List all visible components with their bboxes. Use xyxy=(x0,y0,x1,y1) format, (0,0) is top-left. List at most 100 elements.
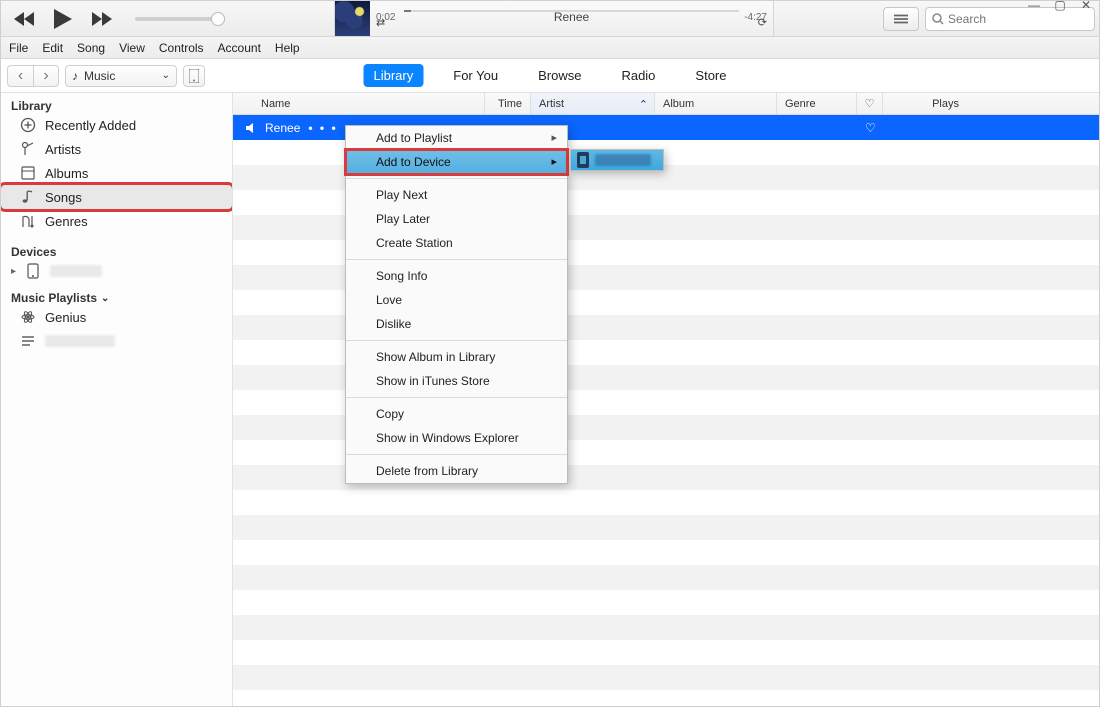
media-kind-label: Music xyxy=(84,69,115,83)
song-name: Renee xyxy=(265,121,300,135)
main-tabs: Library For You Browse Radio Store xyxy=(364,64,737,87)
menu-song[interactable]: Song xyxy=(77,41,105,55)
ctx-play-next[interactable]: Play Next xyxy=(346,183,567,207)
remaining-time: -4:27 xyxy=(744,12,767,23)
sidebar-label: Albums xyxy=(45,166,88,181)
sidebar-item-genres[interactable]: Genres xyxy=(1,209,232,233)
tab-for-you[interactable]: For You xyxy=(443,64,508,87)
sidebar-library-header: Library xyxy=(1,93,232,113)
ctx-show-album[interactable]: Show Album in Library xyxy=(346,345,567,369)
empty-row xyxy=(233,540,1099,565)
chevron-down-icon: ⌄ xyxy=(101,293,109,304)
ctx-play-later[interactable]: Play Later xyxy=(346,207,567,231)
col-time[interactable]: Time xyxy=(485,93,531,114)
ctx-song-info[interactable]: Song Info xyxy=(346,264,567,288)
back-button[interactable]: ‹ xyxy=(7,65,33,87)
sidebar-item-artists[interactable]: Artists xyxy=(1,137,232,161)
ctx-show-store[interactable]: Show in iTunes Store xyxy=(346,369,567,393)
window-minimize[interactable]: — xyxy=(1024,0,1044,12)
sidebar-label: Genres xyxy=(45,214,88,229)
playlist-icon xyxy=(19,332,37,350)
ctx-add-to-playlist[interactable]: Add to Playlist xyxy=(346,126,567,150)
col-plays[interactable]: Plays xyxy=(883,93,1099,114)
sidebar-item-genius[interactable]: Genius xyxy=(1,305,232,329)
ctx-add-to-device[interactable]: Add to Device xyxy=(346,150,567,174)
nav-row: ‹ › ♪ Music ⌄ Library For You Browse Rad… xyxy=(1,59,1099,93)
genres-icon xyxy=(19,212,37,230)
now-playing: ⇄ ⟳ Renee 0:02 -4:27 xyxy=(334,1,774,36)
empty-row xyxy=(233,565,1099,590)
sidebar-label: Recently Added xyxy=(45,118,136,133)
empty-row xyxy=(233,640,1099,665)
empty-row xyxy=(233,515,1099,540)
sidebar: Library Recently Added Artists Albums xyxy=(1,93,233,706)
tab-store[interactable]: Store xyxy=(685,64,736,87)
search-icon xyxy=(932,13,944,25)
volume-slider[interactable] xyxy=(135,17,225,21)
phone-icon xyxy=(24,262,42,280)
menu-edit[interactable]: Edit xyxy=(42,41,63,55)
elapsed-time: 0:02 xyxy=(376,12,395,23)
sidebar-label: Songs xyxy=(45,190,82,205)
window-close[interactable]: ✕ xyxy=(1076,0,1096,12)
ctx-create-station[interactable]: Create Station xyxy=(346,231,567,255)
genius-icon xyxy=(19,308,37,326)
device-name-obscured xyxy=(595,154,651,166)
sidebar-item-songs[interactable]: Songs xyxy=(1,185,232,209)
volume-thumb[interactable] xyxy=(211,12,225,26)
menu-controls[interactable]: Controls xyxy=(159,41,204,55)
tab-radio[interactable]: Radio xyxy=(611,64,665,87)
sidebar-label: Artists xyxy=(45,142,81,157)
empty-row xyxy=(233,665,1099,690)
ctx-love[interactable]: Love xyxy=(346,288,567,312)
sidebar-playlists-header[interactable]: Music Playlists ⌄ xyxy=(1,283,232,305)
playback-controls xyxy=(1,5,245,33)
sidebar-item-playlist[interactable] xyxy=(1,329,232,353)
device-button[interactable] xyxy=(183,65,205,87)
tab-library[interactable]: Library xyxy=(364,64,424,87)
col-love[interactable]: ♡ xyxy=(857,93,883,114)
menu-view[interactable]: View xyxy=(119,41,145,55)
list-view-button[interactable] xyxy=(883,7,919,31)
sidebar-item-recently-added[interactable]: Recently Added xyxy=(1,113,232,137)
device-submenu-item[interactable] xyxy=(570,149,664,171)
column-header: Name Time Artist ⌃ Album Genre ♡ Plays xyxy=(233,93,1099,115)
album-art[interactable] xyxy=(335,1,370,36)
col-genre[interactable]: Genre xyxy=(777,93,857,114)
forward-button[interactable]: › xyxy=(33,65,59,87)
tab-browse[interactable]: Browse xyxy=(528,64,591,87)
menu-help[interactable]: Help xyxy=(275,41,300,55)
menu-file[interactable]: File xyxy=(9,41,28,55)
albums-icon xyxy=(19,164,37,182)
ctx-copy[interactable]: Copy xyxy=(346,402,567,426)
col-artist[interactable]: Artist ⌃ xyxy=(531,93,655,114)
artists-icon xyxy=(19,140,37,158)
context-menu: Add to Playlist Add to Device Play Next … xyxy=(345,125,568,484)
disclosure-triangle-icon[interactable]: ▸ xyxy=(11,266,16,277)
app-window: — ▢ ✕ ⇄ ⟳ Renee xyxy=(0,0,1100,707)
ctx-show-explorer[interactable]: Show in Windows Explorer xyxy=(346,426,567,450)
menubar: File Edit Song View Controls Account Hel… xyxy=(1,37,1099,59)
media-kind-select[interactable]: ♪ Music ⌄ xyxy=(65,65,177,87)
col-album[interactable]: Album xyxy=(655,93,777,114)
recently-added-icon xyxy=(19,116,37,134)
previous-button[interactable] xyxy=(11,5,39,33)
ctx-delete[interactable]: Delete from Library xyxy=(346,459,567,483)
window-buttons: — ▢ ✕ xyxy=(1024,0,1096,12)
empty-row xyxy=(233,615,1099,640)
sidebar-label: Genius xyxy=(45,310,86,325)
window-maximize[interactable]: ▢ xyxy=(1050,0,1070,12)
sidebar-item-albums[interactable]: Albums xyxy=(1,161,232,185)
more-icon[interactable]: • • • xyxy=(308,121,337,135)
menu-account[interactable]: Account xyxy=(218,41,261,55)
sidebar-item-device[interactable]: ▸ xyxy=(1,259,232,283)
search-input[interactable] xyxy=(948,12,1100,26)
songs-icon xyxy=(19,188,37,206)
ctx-dislike[interactable]: Dislike xyxy=(346,312,567,336)
col-name[interactable]: Name xyxy=(233,93,485,114)
empty-row xyxy=(233,490,1099,515)
now-playing-speaker-icon xyxy=(245,122,257,134)
love-cell[interactable]: ♡ xyxy=(857,121,883,135)
play-button[interactable] xyxy=(49,5,77,33)
next-button[interactable] xyxy=(87,5,115,33)
